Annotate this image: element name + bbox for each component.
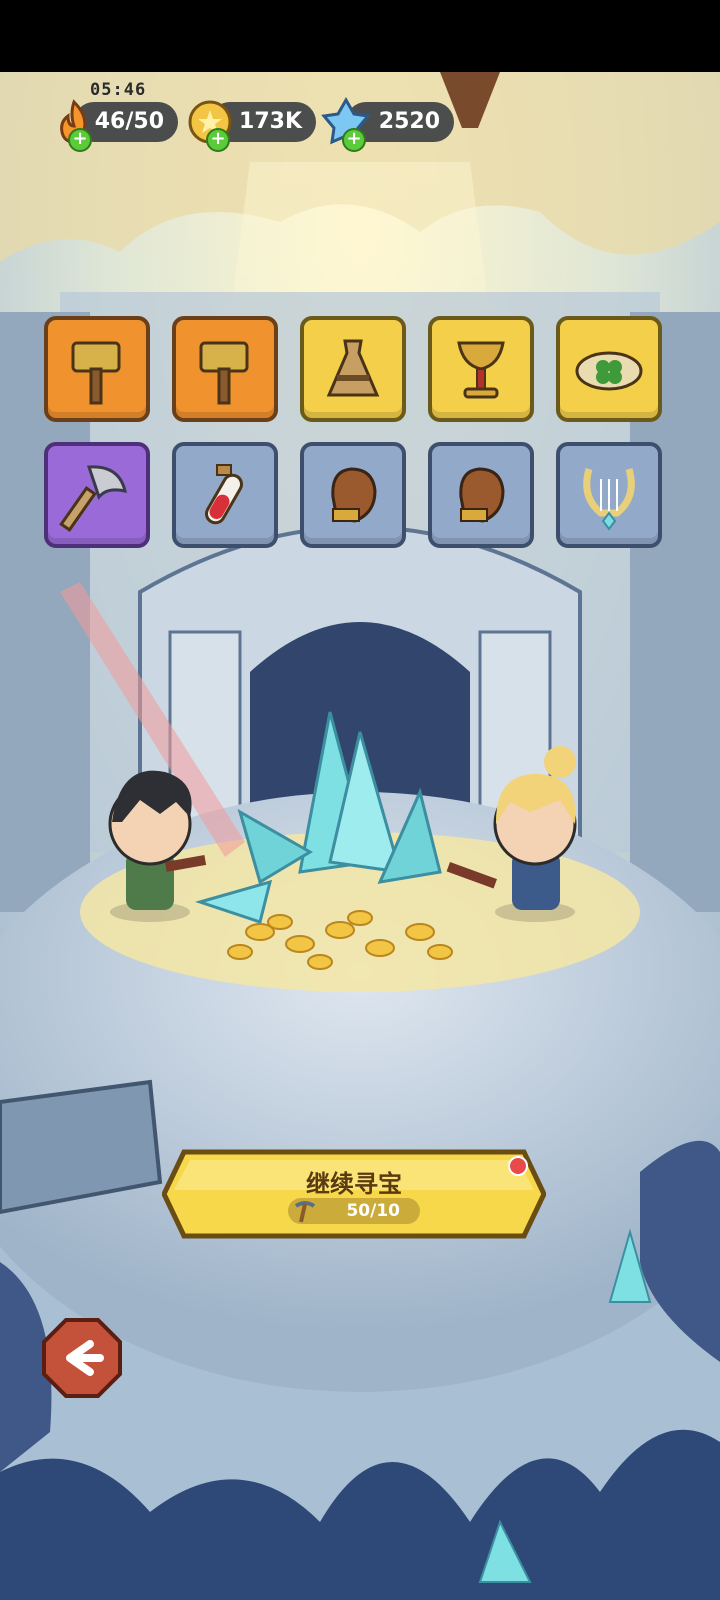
hammer-icon [71, 341, 121, 405]
item-slot-clover-crown[interactable] [556, 316, 662, 422]
item-slot-potion[interactable] [172, 442, 278, 548]
item-slot-hammer[interactable] [44, 316, 150, 422]
vase-icon [326, 339, 380, 397]
notification-dot [508, 1156, 528, 1176]
item-slot-axe[interactable] [44, 442, 150, 548]
back-arrow-button[interactable] [42, 1318, 122, 1398]
item-slot-vase[interactable] [300, 316, 406, 422]
status-bar [0, 0, 720, 72]
coin-value: 173K [239, 109, 302, 134]
lyre-icon [583, 468, 635, 531]
glove-icon [331, 467, 377, 523]
axe-icon [59, 465, 127, 532]
glove-icon [459, 467, 505, 523]
item-slot-chalice[interactable] [428, 316, 534, 422]
add-coins-button[interactable]: + [206, 128, 230, 152]
add-energy-button[interactable]: + [68, 128, 92, 152]
potion-icon [205, 464, 243, 525]
energy-value: 46/50 [94, 109, 164, 134]
item-slot-lyre[interactable] [556, 442, 662, 548]
clover-crown-icon [575, 351, 643, 391]
item-slot-glove[interactable] [300, 442, 406, 548]
item-slot-glove[interactable] [428, 442, 534, 548]
add-gems-button[interactable]: + [342, 128, 366, 152]
continue-treasure-hunt-button[interactable]: 继续寻宝 50/10 [162, 1148, 546, 1240]
pickaxe-icon [294, 1201, 316, 1223]
gem-value: 2520 [378, 109, 440, 134]
continue-button-label: 继续寻宝 [306, 1170, 402, 1198]
chalice-icon [457, 341, 505, 399]
item-slot-hammer[interactable] [172, 316, 278, 422]
hammer-icon [199, 341, 249, 405]
